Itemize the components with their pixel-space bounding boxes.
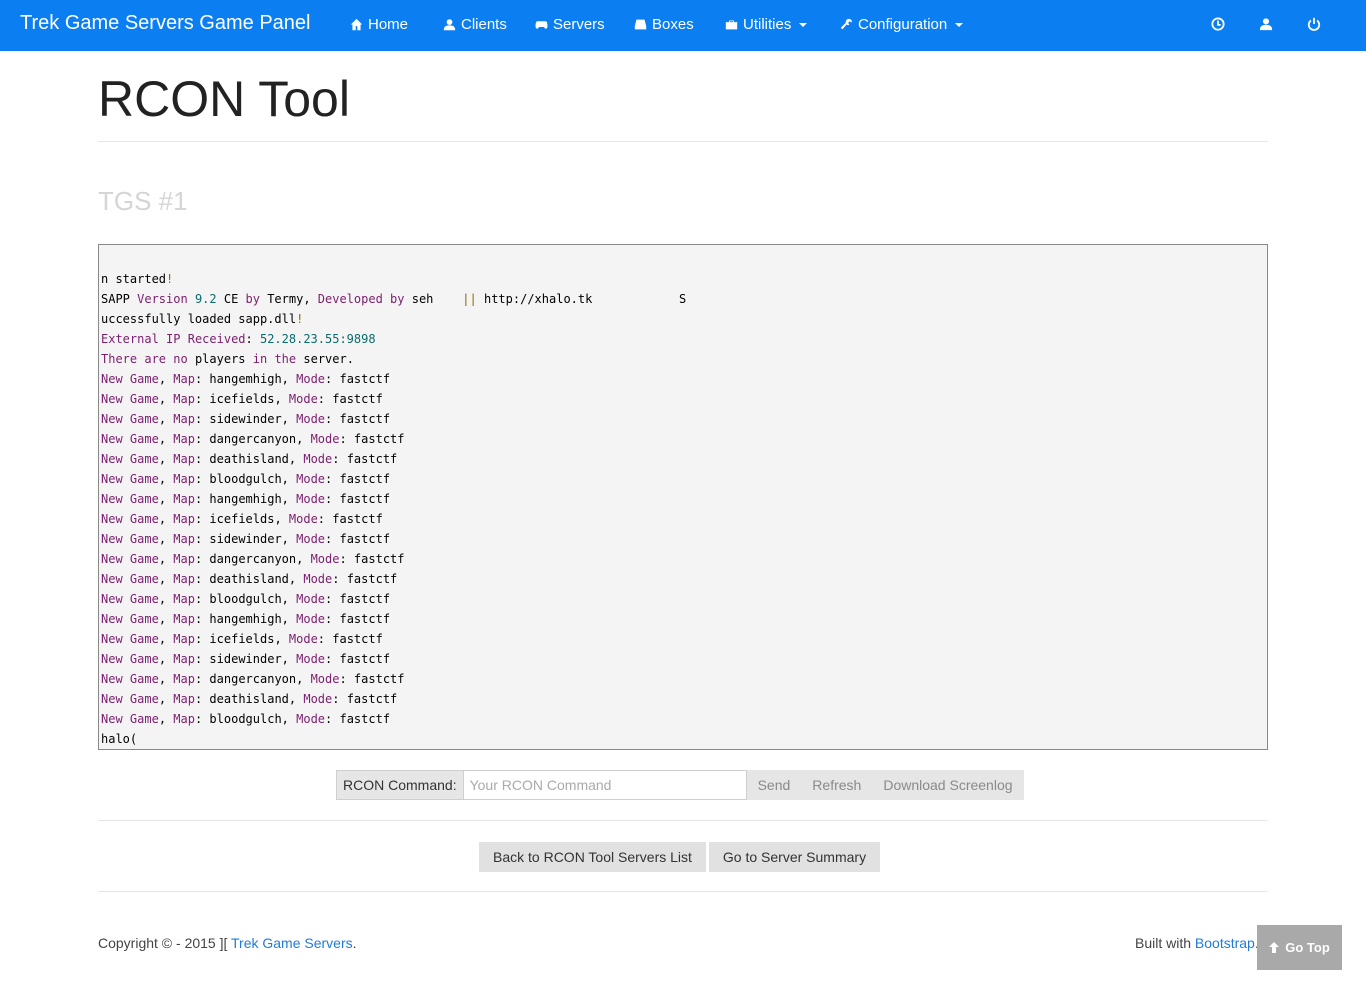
nav-servers-label: Servers (553, 16, 605, 33)
bootstrap-link[interactable]: Bootstrap (1195, 935, 1255, 951)
top-navbar: Trek Game Servers Game Panel Home Client… (0, 0, 1366, 51)
nav-home[interactable]: Home (350, 16, 408, 33)
rcon-console-output[interactable]: n started! SAPP Version 9.2 CE by Termy, … (98, 244, 1268, 750)
console-line: New Game, Map: bloodgulch, Mode: fastctf (101, 472, 391, 486)
briefcase-icon (725, 20, 738, 30)
footer-copyright: Copyright © - 2015 ][ Trek Game Servers. (98, 935, 357, 951)
console-line: New Game, Map: icefields, Mode: fastctf (101, 512, 383, 526)
copyright-suffix: . (352, 935, 357, 951)
console-line: New Game, Map: dangercanyon, Mode: fastc… (101, 672, 405, 686)
back-to-servers-list-button[interactable]: Back to RCON Tool Servers List (479, 842, 706, 872)
go-top-label: Go Top (1285, 940, 1330, 955)
console-line: halo( (101, 732, 138, 746)
console-line: New Game, Map: sidewinder, Mode: fastctf (101, 412, 391, 426)
nav-servers[interactable]: Servers (535, 16, 605, 33)
nav-configuration[interactable]: Configuration (840, 16, 964, 33)
console-line: New Game, Map: dangercanyon, Mode: fastc… (101, 432, 405, 446)
console-line: n started! (101, 272, 174, 286)
home-icon (350, 18, 363, 31)
gamepad-icon (535, 21, 548, 29)
footer-built-with: Built with Bootstrap. (1135, 935, 1259, 951)
rcon-command-bar: RCON Command: Send Refresh Download Scre… (336, 770, 1030, 800)
action-buttons: Back to RCON Tool Servers List Go to Ser… (479, 842, 881, 872)
console-line: External IP Received: 52.28.23.55:9898 (101, 332, 376, 346)
brand-link[interactable]: Trek Game Servers Game Panel (20, 12, 310, 35)
nav-utilities[interactable]: Utilities (725, 16, 808, 33)
copyright-text: Copyright © - 2015 ][ (98, 935, 232, 951)
built-with-text: Built with (1135, 935, 1195, 951)
rcon-command-input[interactable] (462, 770, 747, 800)
console-line: New Game, Map: hangemhigh, Mode: fastctf (101, 612, 391, 626)
chevron-down-icon (799, 22, 808, 27)
power-icon[interactable] (1307, 17, 1321, 31)
console-line: New Game, Map: icefields, Mode: fastctf (101, 632, 383, 646)
divider (98, 820, 1268, 821)
hdd-icon (634, 19, 647, 30)
console-line: New Game, Map: sidewinder, Mode: fastctf (101, 532, 391, 546)
server-summary-button[interactable]: Go to Server Summary (708, 842, 881, 872)
arrow-up-icon (1269, 942, 1280, 953)
console-line: There are no players in the server. (101, 352, 354, 366)
console-line: New Game, Map: dangercanyon, Mode: fastc… (101, 552, 405, 566)
console-line: New Game, Map: deathisland, Mode: fastct… (101, 452, 398, 466)
console-line: New Game, Map: deathisland, Mode: fastct… (101, 572, 398, 586)
refresh-button[interactable]: Refresh (801, 770, 873, 800)
user-icon (443, 19, 456, 31)
console-line: New Game, Map: sidewinder, Mode: fastctf (101, 652, 391, 666)
wrench-icon (840, 18, 852, 30)
console-line: New Game, Map: bloodgulch, Mode: fastctf (101, 712, 391, 726)
divider (98, 141, 1268, 142)
account-icon[interactable] (1259, 17, 1273, 31)
nav-configuration-label: Configuration (858, 16, 948, 33)
server-name: TGS #1 (98, 186, 188, 216)
rcon-command-label: RCON Command: (336, 770, 463, 800)
console-line: New Game, Map: icefields, Mode: fastctf (101, 392, 383, 406)
console-line: SAPP Version 9.2 CE by Termy, Developed … (101, 292, 687, 306)
nav-clients[interactable]: Clients (443, 16, 507, 33)
console-line: New Game, Map: hangemhigh, Mode: fastctf (101, 372, 391, 386)
console-line: New Game, Map: hangemhigh, Mode: fastctf (101, 492, 391, 506)
company-link[interactable]: Trek Game Servers (231, 935, 353, 951)
nav-boxes[interactable]: Boxes (634, 16, 694, 33)
nav-home-label: Home (368, 16, 409, 33)
clock-icon[interactable] (1211, 17, 1225, 31)
divider (98, 891, 1268, 892)
page-title: RCON Tool (98, 71, 350, 127)
nav-utilities-label: Utilities (743, 16, 792, 33)
go-top-button[interactable]: Go Top (1257, 925, 1342, 970)
nav-boxes-label: Boxes (652, 16, 694, 33)
chevron-down-icon (955, 22, 964, 27)
send-button[interactable]: Send (746, 770, 802, 800)
console-line: New Game, Map: deathisland, Mode: fastct… (101, 692, 398, 706)
download-screenlog-button[interactable]: Download Screenlog (872, 770, 1024, 800)
nav-clients-label: Clients (461, 16, 507, 33)
console-line: uccessfully loaded sapp.dll! (101, 312, 304, 326)
console-line: New Game, Map: bloodgulch, Mode: fastctf (101, 592, 391, 606)
